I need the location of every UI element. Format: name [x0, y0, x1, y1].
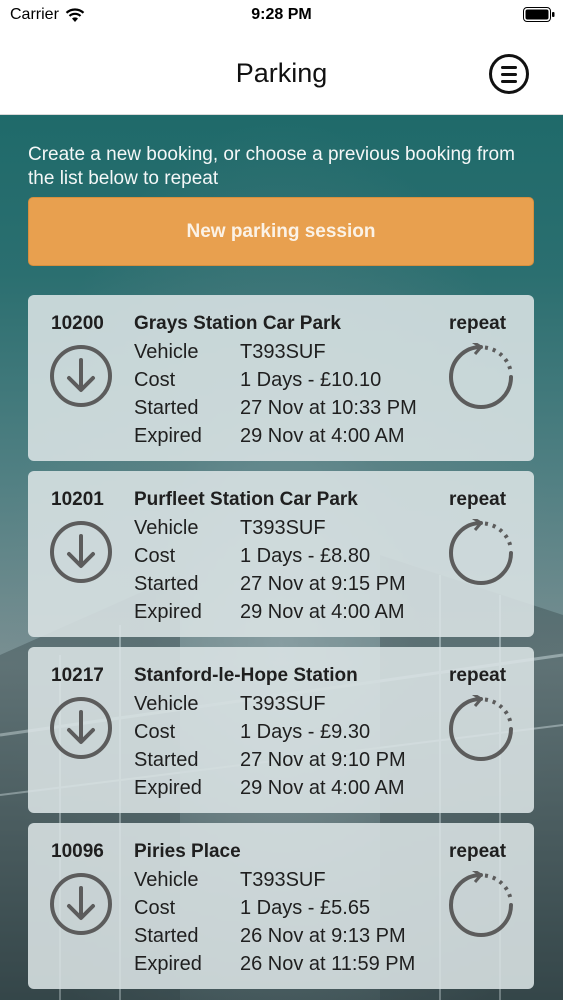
intro-text: Create a new booking, or choose a previo…	[28, 144, 515, 189]
car-park-name: Grays Station Car Park	[134, 313, 341, 334]
cost-value: 1 Days - £5.65	[240, 897, 371, 919]
vehicle-label: Vehicle	[134, 341, 199, 363]
cost-label: Cost	[134, 721, 176, 743]
vehicle-label: Vehicle	[134, 869, 199, 891]
booking-card[interactable]: 10217 Stanford-le-Hope Station Vehicle T3…	[28, 647, 534, 813]
cost-label: Cost	[134, 369, 176, 391]
started-value: 27 Nov at 10:33 PM	[240, 397, 417, 419]
download-circle-icon[interactable]	[48, 695, 114, 761]
booking-id: 10096	[51, 841, 104, 862]
repeat-icon[interactable]	[447, 871, 515, 939]
main-content[interactable]: Create a new booking, or choose a previo…	[0, 115, 563, 1000]
started-value: 26 Nov at 9:13 PM	[240, 925, 406, 947]
download-circle-icon[interactable]	[48, 871, 114, 937]
car-park-name: Purfleet Station Car Park	[134, 489, 358, 510]
expired-value: 29 Nov at 4:00 AM	[240, 777, 405, 799]
started-value: 27 Nov at 9:15 PM	[240, 573, 406, 595]
vehicle-value: T393SUF	[240, 693, 326, 715]
expired-label: Expired	[134, 777, 202, 799]
cost-value: 1 Days - £9.30	[240, 721, 371, 743]
repeat-label[interactable]: repeat	[449, 489, 506, 511]
started-label: Started	[134, 573, 199, 595]
booking-id: 10201	[51, 489, 104, 510]
new-parking-session-button[interactable]: New parking session	[28, 197, 534, 266]
car-park-name: Piries Place	[134, 841, 241, 862]
page-title: Parking	[235, 58, 328, 88]
download-circle-icon[interactable]	[48, 343, 114, 409]
repeat-label[interactable]: repeat	[449, 841, 506, 863]
repeat-label[interactable]: repeat	[449, 665, 506, 687]
expired-label: Expired	[134, 601, 202, 623]
download-circle-icon[interactable]	[48, 519, 114, 585]
started-label: Started	[134, 925, 199, 947]
menu-button[interactable]	[489, 54, 529, 94]
expired-label: Expired	[134, 953, 202, 975]
vehicle-label: Vehicle	[134, 693, 199, 715]
vehicle-label: Vehicle	[134, 517, 199, 539]
started-label: Started	[134, 749, 199, 771]
repeat-icon[interactable]	[447, 519, 515, 587]
cost-label: Cost	[134, 897, 176, 919]
booking-card[interactable]: 10201 Purfleet Station Car Park Vehicle T…	[28, 471, 534, 637]
repeat-icon[interactable]	[447, 695, 515, 763]
repeat-label[interactable]: repeat	[449, 313, 506, 335]
battery-icon	[523, 7, 555, 22]
cost-value: 1 Days - £8.80	[240, 545, 371, 567]
expired-value: 29 Nov at 4:00 AM	[240, 601, 405, 623]
expired-value: 26 Nov at 11:59 PM	[240, 953, 416, 975]
vehicle-value: T393SUF	[240, 869, 326, 891]
nav-bar: Parking	[0, 30, 563, 115]
status-bar: Carrier 9:28 PM	[0, 0, 563, 30]
booking-card[interactable]: 10096 Piries Place Vehicle T393SUF Cost 1 …	[28, 823, 534, 989]
booking-card[interactable]: 10200 Grays Station Car Park Vehicle T393…	[28, 295, 534, 461]
car-park-name: Stanford-le-Hope Station	[134, 665, 358, 686]
status-time: 9:28 PM	[251, 6, 312, 23]
expired-value: 29 Nov at 4:00 AM	[240, 425, 405, 447]
vehicle-value: T393SUF	[240, 517, 326, 539]
booking-id: 10200	[51, 313, 104, 334]
started-label: Started	[134, 397, 199, 419]
repeat-icon[interactable]	[447, 343, 515, 411]
started-value: 27 Nov at 9:10 PM	[240, 749, 406, 771]
cost-value: 1 Days - £10.10	[240, 369, 382, 391]
booking-id: 10217	[51, 665, 104, 686]
cost-label: Cost	[134, 545, 176, 567]
vehicle-value: T393SUF	[240, 341, 326, 363]
menu-icon	[501, 65, 517, 69]
expired-label: Expired	[134, 425, 202, 447]
